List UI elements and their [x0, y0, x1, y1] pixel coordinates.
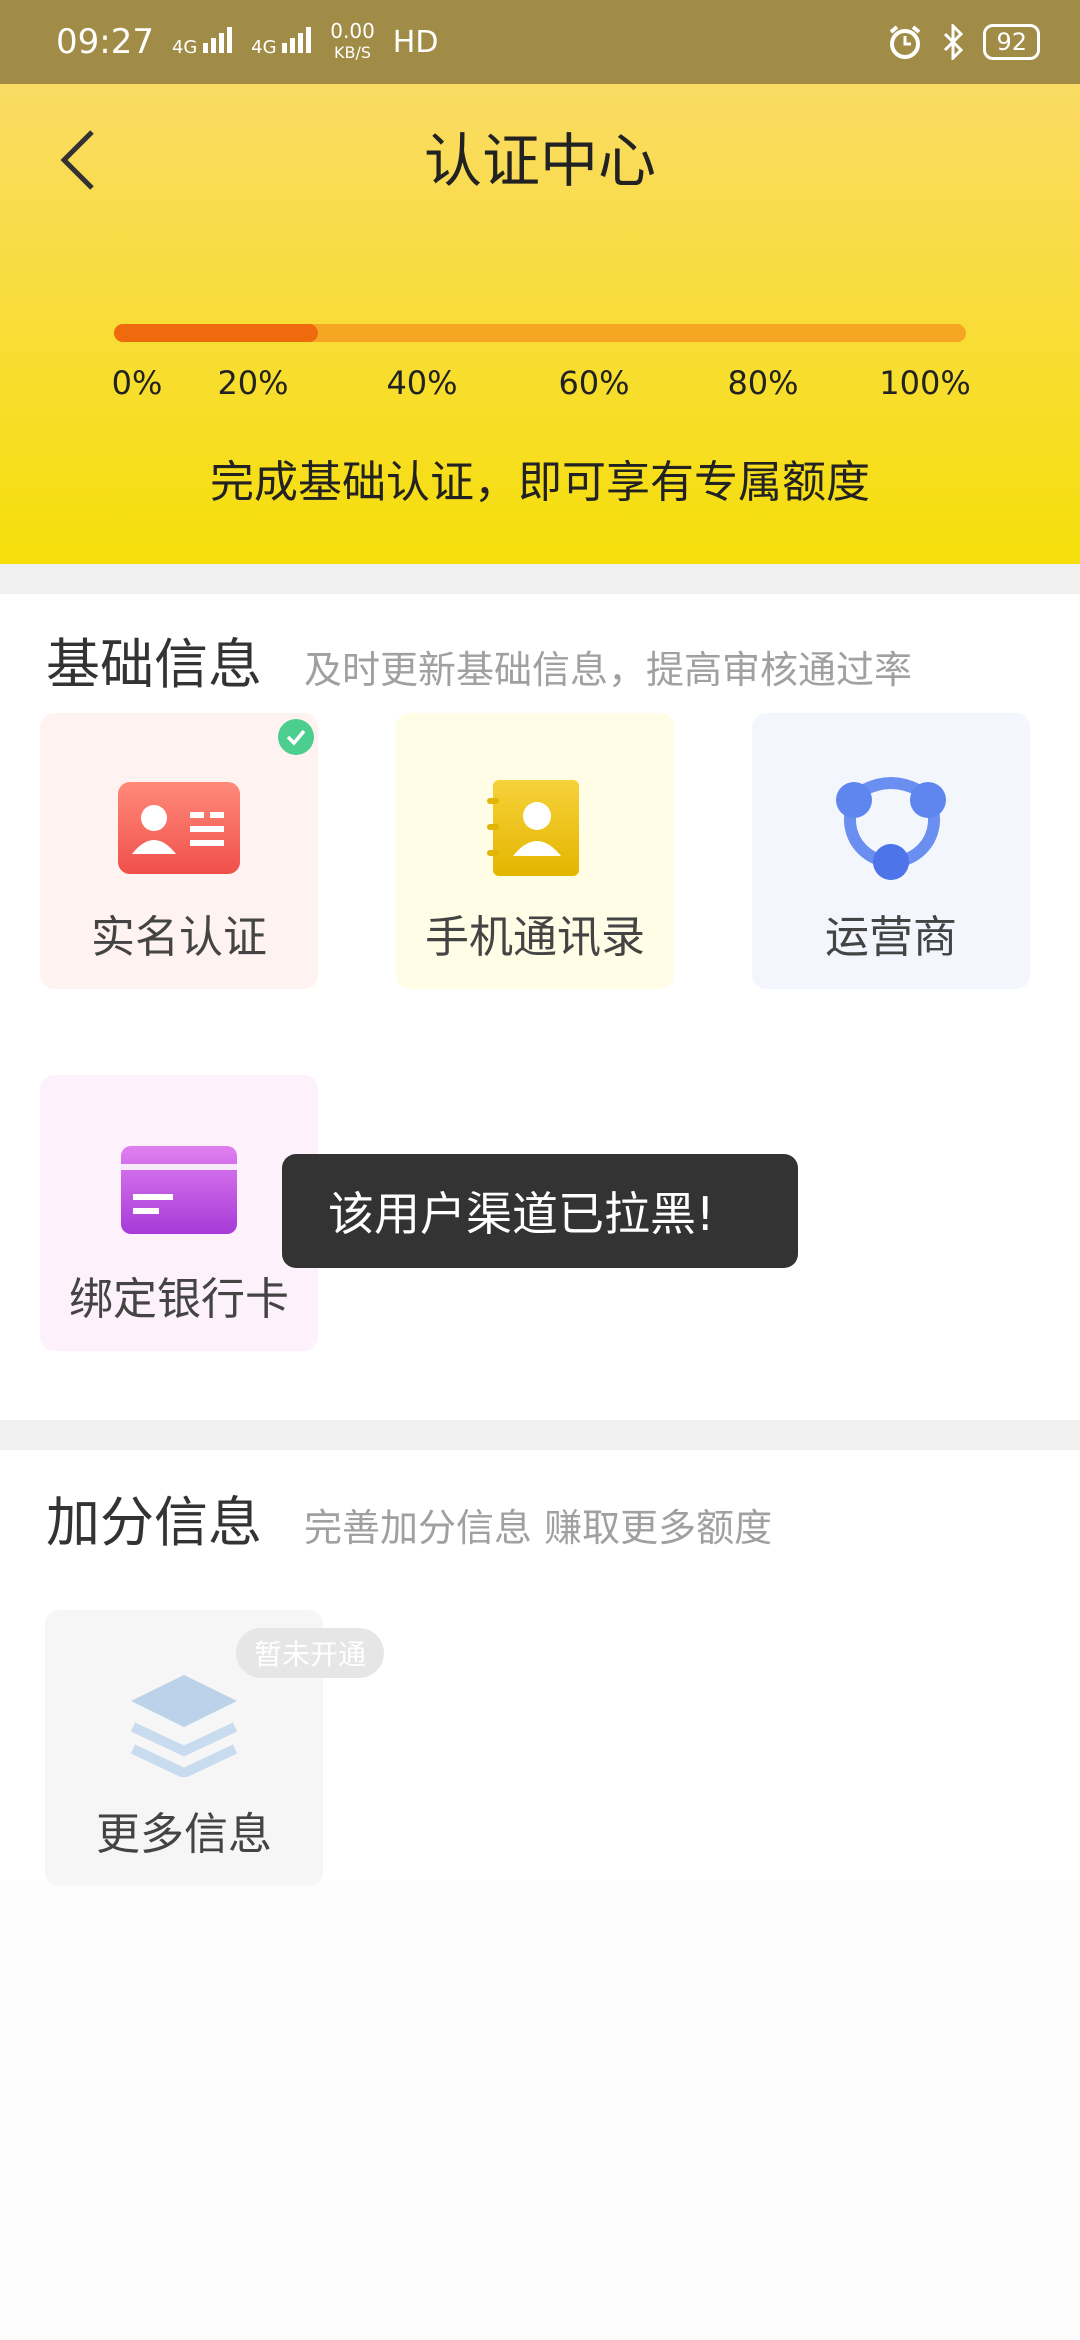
- card-label: 手机通讯录: [425, 912, 645, 963]
- toast-message: 该用户渠道已拉黑!: [282, 1154, 798, 1268]
- contacts-book-icon: [470, 773, 600, 883]
- tick-label: 60%: [558, 364, 630, 402]
- progress-ticks: 0% 20% 40% 60% 80% 100%: [0, 364, 1080, 414]
- bonus-info-header: 加分信息 完善加分信息 赚取更多额度: [46, 1478, 772, 1557]
- battery-level: 92: [996, 28, 1027, 56]
- net-speed-unit: KB/S: [334, 43, 372, 62]
- status-badge: 暂未开通: [236, 1628, 385, 1678]
- tick-label: 0%: [111, 364, 163, 402]
- card-carrier[interactable]: 运营商: [752, 713, 1030, 989]
- card-contacts[interactable]: 手机通讯录: [396, 713, 674, 989]
- bank-card-icon: [114, 1135, 244, 1245]
- network-type-2: 4G: [251, 27, 312, 57]
- status-time: 09:27: [56, 22, 154, 62]
- tick-label: 20%: [217, 364, 289, 402]
- card-bank[interactable]: 绑定银行卡: [40, 1075, 318, 1351]
- basic-info-header: 基础信息 及时更新基础信息，提高审核通过率: [46, 620, 912, 699]
- progress-bar: [114, 324, 966, 342]
- header-note: 完成基础认证，即可享有专属额度: [210, 457, 870, 508]
- signal-icon: [203, 27, 233, 53]
- card-label: 实名认证: [91, 912, 267, 963]
- divider: [0, 1420, 1080, 1450]
- tick-label: 40%: [386, 364, 458, 402]
- card-label: 绑定银行卡: [69, 1274, 289, 1325]
- status-right: 92: [887, 24, 1040, 60]
- network-type-1: 4G: [172, 27, 233, 57]
- status-bar: 09:27 4G 4G 0.00 KB/S HD 92: [0, 0, 1080, 84]
- status-left: 09:27 4G 4G 0.00 KB/S HD: [56, 21, 438, 63]
- bluetooth-icon: [944, 24, 964, 60]
- net-speed: 0.00 KB/S: [330, 21, 375, 63]
- network-type-1-label: 4G: [171, 37, 198, 58]
- section-title: 加分信息: [46, 1491, 262, 1554]
- page-title: 认证中心: [423, 127, 656, 195]
- card-label: 更多信息: [96, 1809, 272, 1860]
- hd-indicator: HD: [392, 24, 439, 60]
- section-subtitle: 及时更新基础信息，提高审核通过率: [304, 648, 913, 692]
- divider: [0, 564, 1080, 594]
- signal-icon: [282, 27, 312, 53]
- tick-label: 80%: [727, 364, 799, 402]
- id-card-icon: [114, 773, 244, 883]
- section-subtitle: 完善加分信息 赚取更多额度: [304, 1506, 773, 1550]
- section-title: 基础信息: [46, 633, 262, 696]
- net-speed-value: 0.00: [330, 19, 375, 43]
- progress-fill: [114, 324, 319, 342]
- tick-label: 100%: [879, 364, 971, 402]
- alarm-icon: [890, 25, 921, 59]
- card-label: 运营商: [825, 912, 957, 963]
- header: 认证中心 0% 20% 40% 60% 80% 100% 完成基础认证，即可享有…: [0, 84, 1080, 564]
- layers-icon: [119, 1670, 249, 1780]
- battery-icon: 92: [983, 24, 1040, 60]
- check-icon: [278, 719, 314, 755]
- card-real-name[interactable]: 实名认证: [40, 713, 318, 989]
- network-type-2-label: 4G: [251, 37, 277, 58]
- carrier-network-icon: [826, 773, 956, 883]
